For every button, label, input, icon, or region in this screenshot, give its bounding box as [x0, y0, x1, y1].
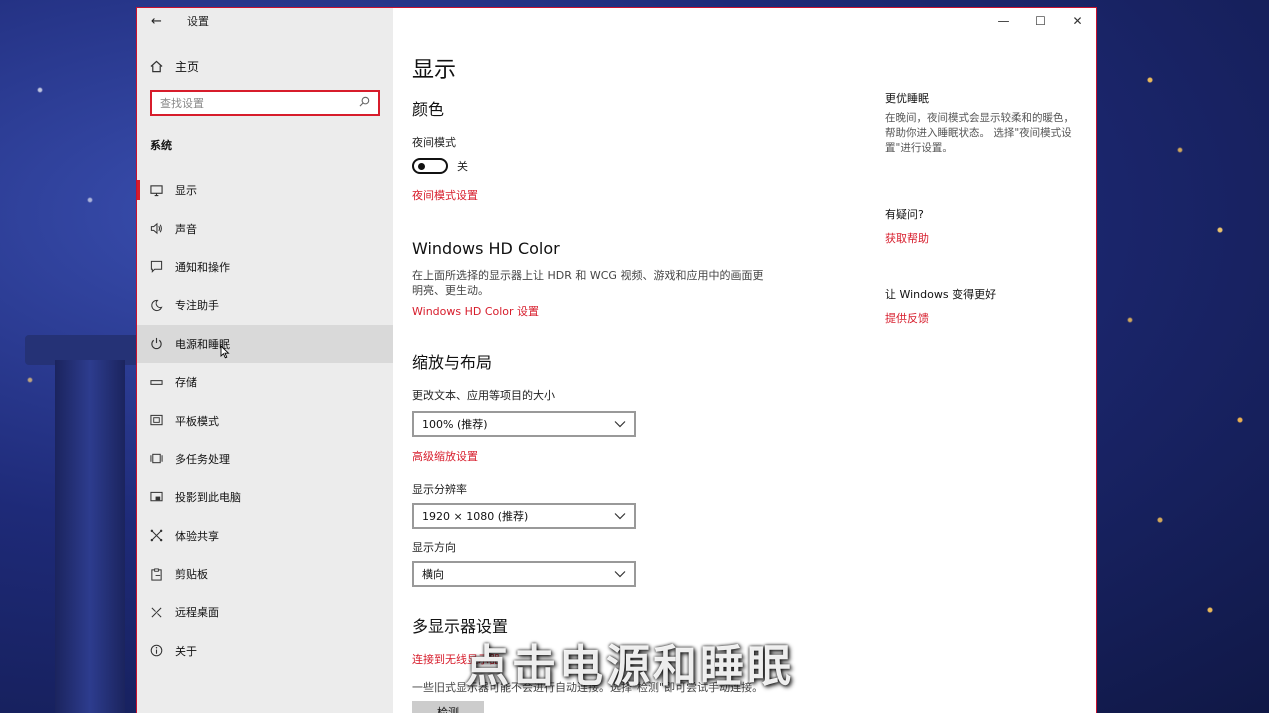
- sidebar: ← 设置 主页 查找设置 系统 显示 声音 通知和操作 专注助手 电源和睡眠 存…: [137, 8, 393, 713]
- back-arrow-icon[interactable]: ←: [151, 14, 173, 29]
- search-input[interactable]: 查找设置: [150, 90, 380, 116]
- sidebar-item-power-sleep[interactable]: 电源和睡眠: [137, 324, 393, 363]
- scale-value: 100% (推荐): [422, 418, 488, 431]
- sidebar-item-sound[interactable]: 声音: [137, 209, 393, 247]
- moon-icon: [150, 299, 175, 312]
- pillar: [55, 360, 125, 713]
- notification-icon: [150, 260, 175, 274]
- resolution-dropdown[interactable]: 1920 × 1080 (推荐): [412, 503, 636, 529]
- night-mode-settings-link[interactable]: 夜间模式设置: [412, 187, 832, 203]
- clipboard-icon: [150, 568, 175, 581]
- title-bar: ← 设置: [137, 8, 393, 34]
- speaker-icon: [150, 222, 175, 235]
- resolution-value: 1920 × 1080 (推荐): [422, 510, 529, 523]
- sidebar-item-label: 多任务处理: [175, 452, 230, 466]
- system-group-label: 系统: [150, 139, 172, 152]
- orientation-label: 显示方向: [412, 541, 456, 554]
- mouse-cursor-icon: [220, 344, 230, 358]
- scale-dropdown[interactable]: 100% (推荐): [412, 411, 636, 437]
- maximize-button[interactable]: ☐: [1022, 8, 1059, 34]
- sidebar-item-label: 显示: [175, 184, 197, 198]
- share-icon: [150, 529, 175, 542]
- orientation-dropdown[interactable]: 横向: [412, 561, 636, 587]
- night-mode-toggle[interactable]: [412, 158, 448, 174]
- advanced-scaling-link[interactable]: 高级缩放设置: [412, 448, 832, 464]
- orientation-value: 横向: [422, 568, 444, 581]
- night-mode-label: 夜间模式: [412, 136, 456, 149]
- search-placeholder: 查找设置: [160, 97, 204, 110]
- get-help-link[interactable]: 获取帮助: [885, 230, 1080, 246]
- sidebar-item-notifications[interactable]: 通知和操作: [137, 248, 393, 286]
- page-title: 显示: [412, 58, 457, 83]
- search-icon[interactable]: [359, 96, 370, 110]
- hdr-section-title: Windows HD Color: [412, 239, 560, 258]
- sidebar-item-focus-assist[interactable]: 专注助手: [137, 286, 393, 324]
- video-caption: 点击电源和睡眠: [465, 641, 794, 692]
- toggle-state-label: 关: [457, 160, 468, 173]
- sidebar-item-label: 平板模式: [175, 414, 219, 428]
- sidebar-item-display[interactable]: 显示: [137, 171, 393, 209]
- scale-section-title: 缩放与布局: [412, 353, 493, 372]
- resolution-label: 显示分辨率: [412, 483, 467, 496]
- sidebar-item-label: 通知和操作: [175, 260, 230, 274]
- info-icon: [150, 644, 175, 657]
- sidebar-item-tablet-mode[interactable]: 平板模式: [137, 401, 393, 439]
- night-mode-toggle-row: 关: [412, 158, 832, 174]
- window-controls: — ☐ ✕: [985, 8, 1096, 34]
- storage-icon: [150, 376, 175, 389]
- sidebar-item-clipboard[interactable]: 剪贴板: [137, 555, 393, 593]
- sidebar-item-remote-desktop[interactable]: 远程桌面: [137, 593, 393, 631]
- sleep-tip-text: 在晚间，夜间模式会显示较柔和的暖色，帮助你进入睡眠状态。 选择"夜间模式设置"进…: [885, 112, 1074, 154]
- power-icon: [150, 337, 175, 350]
- remote-desktop-icon: [150, 606, 175, 619]
- color-section-title: 颜色: [412, 100, 445, 119]
- sidebar-item-multitasking[interactable]: 多任务处理: [137, 440, 393, 478]
- window-title: 设置: [187, 15, 209, 28]
- close-icon: ✕: [1072, 14, 1083, 28]
- multitask-icon: [150, 452, 175, 465]
- detect-button[interactable]: 检测: [412, 701, 484, 713]
- tablet-icon: [150, 414, 175, 427]
- maximize-icon: ☐: [1035, 14, 1046, 28]
- project-icon: [150, 491, 175, 504]
- sidebar-item-label: 体验共享: [175, 529, 219, 543]
- sidebar-item-label: 专注助手: [175, 299, 219, 313]
- sidebar-item-label: 存储: [175, 376, 197, 390]
- sidebar-item-label: 声音: [175, 222, 197, 236]
- home-label: 主页: [175, 59, 200, 74]
- related-panel: 更优睡眠 在晚间，夜间模式会显示较柔和的暖色，帮助你进入睡眠状态。 选择"夜间模…: [885, 90, 1080, 326]
- chevron-down-icon: [614, 568, 626, 581]
- sidebar-item-project[interactable]: 投影到此电脑: [137, 478, 393, 516]
- sidebar-item-label: 剪贴板: [175, 568, 208, 582]
- monitor-icon: [150, 184, 175, 197]
- settings-window: ← 设置 主页 查找设置 系统 显示 声音 通知和操作 专注助手 电源和睡眠 存…: [136, 7, 1097, 713]
- minimize-icon: —: [997, 14, 1010, 28]
- size-label: 更改文本、应用等项目的大小: [412, 389, 555, 402]
- sidebar-item-label: 关于: [175, 644, 197, 658]
- close-button[interactable]: ✕: [1059, 8, 1096, 34]
- sidebar-item-shared-experiences[interactable]: 体验共享: [137, 517, 393, 555]
- sidebar-item-about[interactable]: 关于: [137, 632, 393, 670]
- sidebar-item-label: 投影到此电脑: [175, 491, 241, 505]
- nav-list: 显示 声音 通知和操作 专注助手 电源和睡眠 存储 平板模式 多任务处理 投影到…: [137, 171, 393, 670]
- home-nav-item[interactable]: 主页: [137, 51, 393, 81]
- chevron-down-icon: [614, 510, 626, 523]
- hdr-description: 在上面所选择的显示器上让 HDR 和 WCG 视频、游戏和应用中的画面更明亮、更…: [412, 269, 764, 297]
- content-pane: — ☐ ✕ 显示 颜色 夜间模式 关 夜间模式设置 Windows HD Col…: [393, 8, 1096, 713]
- sleep-tip-title: 更优睡眠: [885, 92, 929, 105]
- question-title: 有疑问?: [885, 208, 924, 221]
- improve-title: 让 Windows 变得更好: [885, 288, 997, 301]
- sidebar-item-storage[interactable]: 存储: [137, 363, 393, 401]
- sidebar-item-label: 远程桌面: [175, 606, 219, 620]
- chevron-down-icon: [614, 418, 626, 431]
- hdr-settings-link[interactable]: Windows HD Color 设置: [412, 303, 832, 319]
- minimize-button[interactable]: —: [985, 8, 1022, 34]
- feedback-link[interactable]: 提供反馈: [885, 310, 1080, 326]
- home-icon: [150, 60, 175, 73]
- main-settings: 显示 颜色 夜间模式 关 夜间模式设置 Windows HD Color 在上面…: [412, 52, 832, 713]
